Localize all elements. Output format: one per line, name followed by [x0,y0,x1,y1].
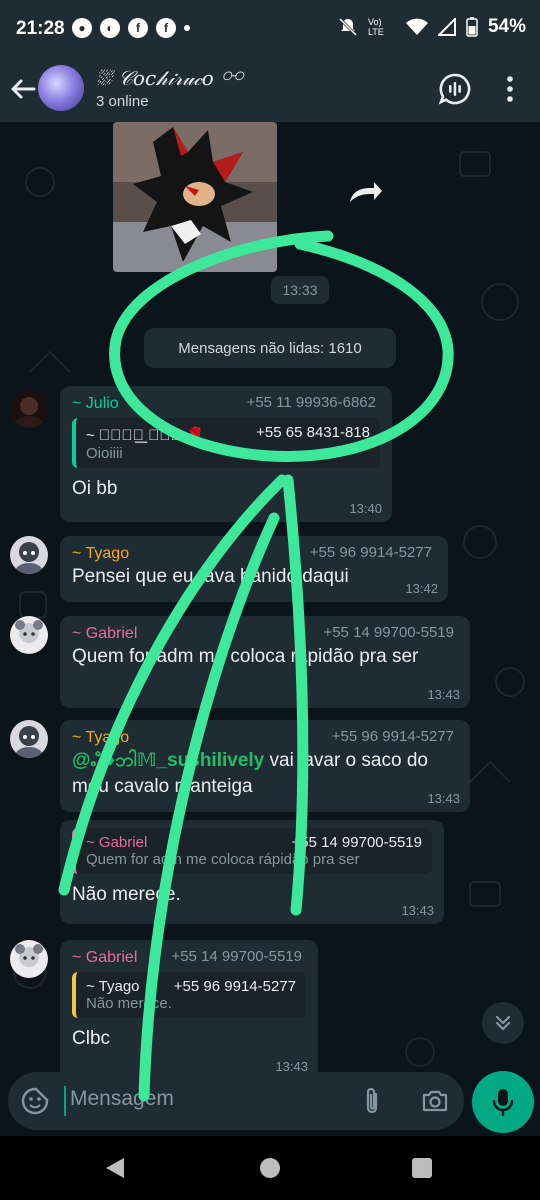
notification-icons: ● ◐ f f [72,18,190,38]
status-time: 21:28 [16,18,65,39]
quoted-phone: +55 65 8431-818 [256,424,370,441]
message-bubble[interactable]: ~ Gabriel +55 14 99700-5519 Quem for adm… [60,616,470,708]
sender-phone: +55 96 9914-5277 [309,544,432,561]
message-timestamp: 13:33 [271,276,329,304]
system-navigation-bar [0,1136,540,1200]
message-bubble[interactable]: ~ Tyago +55 96 9914-5277 Pensei que eu t… [60,536,448,602]
sender-phone: +55 96 9914-5277 [331,728,454,745]
message-time: 13:40 [349,501,382,516]
mute-bell-icon [338,17,358,37]
quoted-text: Oioiiii [86,445,123,462]
camera-icon[interactable] [420,1086,450,1116]
avatar[interactable] [10,616,48,654]
message-text-container: @ஃ♦ဘါ𝕄_sushilively vai lavar o saco do m… [72,748,442,800]
group-name[interactable]: ⛆ 𝒞𝑜𝑐𝒽𝒾𝓇𝓊𝒸𝑜 ⚯ [96,66,243,90]
more-notifications-icon [184,25,190,31]
image-message[interactable] [113,122,277,272]
message-time: 13:43 [427,791,460,806]
group-avatar[interactable] [38,65,84,111]
message-time: 13:43 [401,903,434,918]
status-bar: 21:28 ● ◐ f f Vo) LTE 54% [0,0,540,58]
app-notification-icon: ◐ [100,18,120,38]
chat-area[interactable]: 13:33 Mensagens não lidas: 1610 ~ Julio … [0,122,540,1072]
sender-phone: +55 11 99936-6862 [246,394,376,411]
signal-icon [437,18,456,36]
battery-icon [466,17,478,37]
message-input-bar[interactable]: Mensagem [8,1072,464,1130]
microphone-icon [492,1089,514,1117]
facebook-icon: f [128,18,148,38]
quoted-text: Quem for adm me coloca rápidão pra ser [86,851,360,868]
quoted-message[interactable]: ~ Tyago +55 96 9914-5277 Não merece. [72,972,306,1018]
message-time: 13:43 [275,1059,308,1072]
sticker-emoji-icon[interactable] [20,1086,50,1116]
message-text: Não merece. [72,884,181,905]
message-text: Oi bb [72,478,118,499]
message-input[interactable]: Mensagem [70,1087,174,1111]
chat-notification-icon: ● [72,18,92,38]
quoted-phone: +55 14 99700-5519 [291,834,422,851]
quoted-text: Não merece. [86,995,172,1012]
voice-record-button[interactable] [472,1071,534,1133]
message-text: Clbc [72,1028,111,1049]
unread-messages-banner: Mensagens não lidas: 1610 [144,328,396,368]
message-text: Pensei que eu tava banido daqui [72,566,349,587]
quoted-message[interactable]: ~ ⥹꯭𝒩𝒾 ꯭⟡꯭⟢ 🌹 +55 65 8431-818 Oioiiii [72,418,380,468]
text-caret [64,1086,66,1116]
avatar[interactable] [10,536,48,574]
double-chevron-down-icon [495,1015,511,1031]
chat-header: ⛆ 𝒞𝑜𝑐𝒽𝒾𝓇𝓊𝒸𝑜 ⚯ 3 online [0,58,540,122]
system-icons: Vo) LTE 54% [338,16,526,38]
message-text: Quem for adm me coloca rápidão pra ser [72,646,419,667]
nav-back-icon[interactable] [104,1156,126,1180]
message-bubble[interactable]: ~ Gabriel +55 14 99700-5519 ~ Tyago +55 … [60,940,318,1072]
avatar[interactable] [10,720,48,758]
volte-icon: Vo) LTE [367,17,384,37]
scroll-to-bottom-button[interactable] [482,1002,524,1044]
quoted-message[interactable]: ~ Gabriel +55 14 99700-5519 Quem for adm… [72,828,432,874]
online-count: 3 online [96,93,149,110]
avatar[interactable] [10,390,48,428]
sender-phone: +55 14 99700-5519 [323,624,454,641]
message-bubble[interactable]: ~ Tyago +55 96 9914-5277 @ஃ♦ဘါ𝕄_sushiliv… [60,720,470,812]
nav-home-icon[interactable] [260,1158,280,1178]
battery-percent: 54% [487,16,526,37]
sender-phone: +55 14 99700-5519 [171,948,302,965]
nav-recents-icon[interactable] [412,1158,432,1178]
back-arrow-icon[interactable] [8,74,38,104]
message-time: 13:43 [427,687,460,702]
mention-link[interactable]: @ஃ♦ဘါ𝕄_sushilively [72,750,264,771]
wifi-icon [405,18,428,35]
quoted-phone: +55 96 9914-5277 [173,978,296,995]
more-options-icon[interactable] [498,72,522,106]
forward-icon[interactable] [340,174,384,212]
message-bubble[interactable]: ~ Gabriel +55 14 99700-5519 Quem for adm… [60,820,444,924]
message-bubble[interactable]: ~ Julio +55 11 99936-6862 ~ ⥹꯭𝒩𝒾 ꯭⟡꯭⟢ 🌹 … [60,386,392,522]
facebook-icon-2: f [156,18,176,38]
attachment-paperclip-icon[interactable] [360,1086,384,1116]
shadow-hedgehog-image[interactable] [113,122,277,272]
voice-chat-icon[interactable] [438,72,472,106]
message-time: 13:42 [405,581,438,596]
avatar[interactable] [10,940,48,978]
